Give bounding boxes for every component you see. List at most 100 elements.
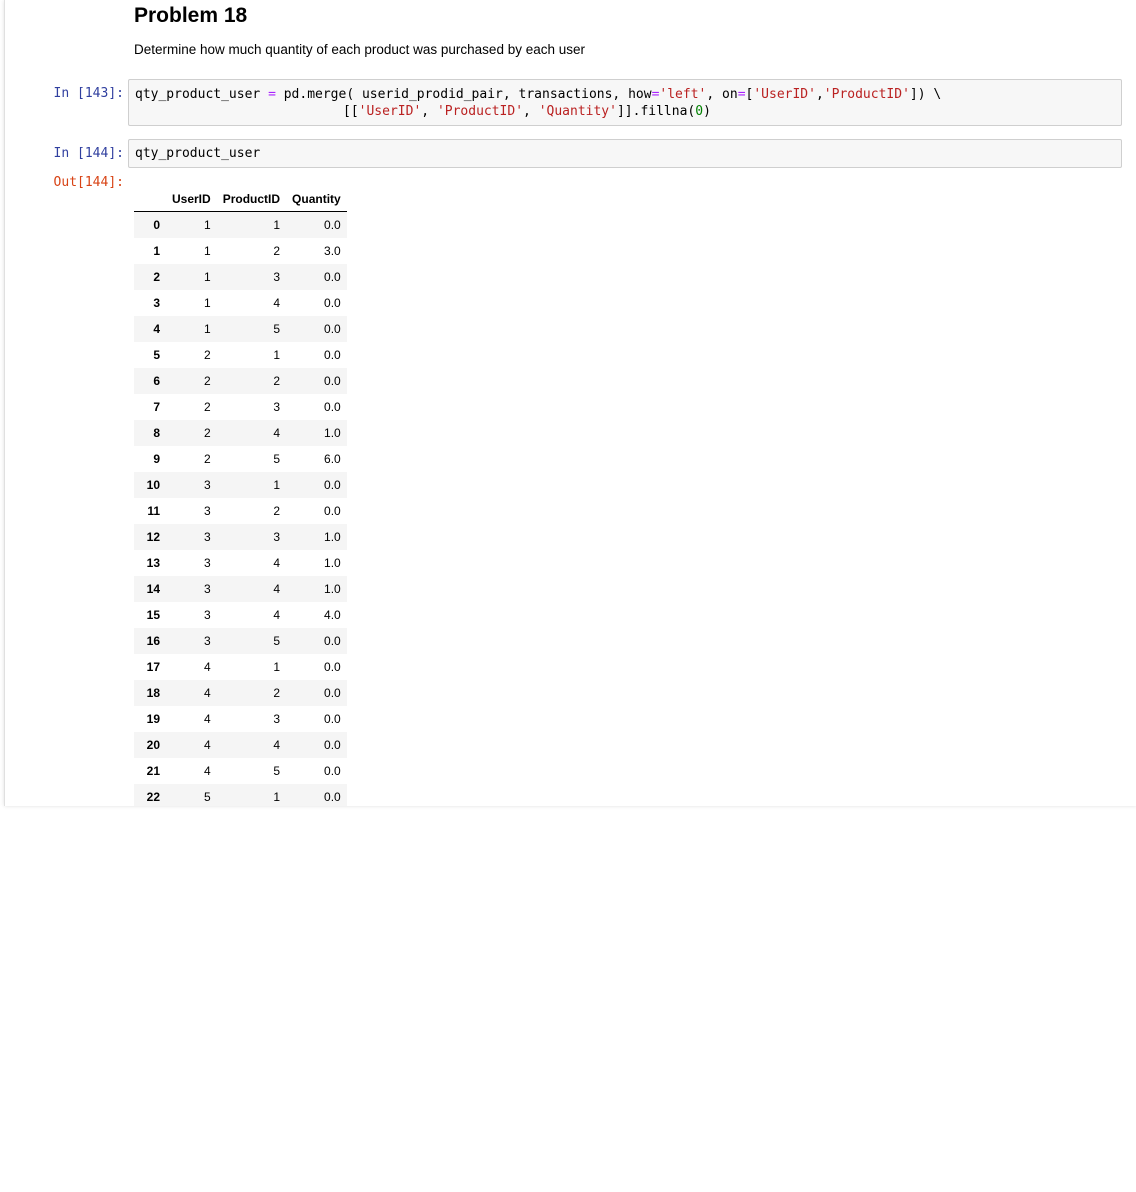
index-header xyxy=(134,186,166,212)
cell-userid: 1 xyxy=(204,218,211,232)
code-token: qty_product_user xyxy=(135,87,269,102)
code-string: 'ProductID' xyxy=(436,104,524,119)
cell-quantity: 4.0 xyxy=(324,608,341,622)
cell-productid: 1 xyxy=(273,660,281,674)
code-string: 'UserID' xyxy=(753,87,816,102)
table-header-row: UserID ProductID Quantity xyxy=(134,186,347,212)
row-index: 7 xyxy=(153,400,160,414)
code-token: ]) \ xyxy=(909,87,942,102)
cell-quantity: 3.0 xyxy=(324,244,341,258)
cell-productid: 5 xyxy=(273,452,281,466)
cell-userid: 3 xyxy=(204,634,211,648)
cell-productid: 5 xyxy=(273,634,281,648)
output-prompt-144: Out[144]: xyxy=(53,175,124,190)
table-row: 3 1 4 0.0 xyxy=(134,290,347,316)
cell-quantity: 0.0 xyxy=(324,218,341,232)
table-row: 15 3 4 4.0 xyxy=(134,602,347,628)
column-header: ProductID xyxy=(216,186,287,212)
code-line-1: qty_product_user = pd.merge( userid_prod… xyxy=(135,86,941,103)
row-index: 1 xyxy=(153,244,160,258)
cell-quantity: 0.0 xyxy=(324,270,341,284)
row-index: 0 xyxy=(153,218,160,232)
cell-quantity: 0.0 xyxy=(324,790,341,804)
cell-userid: 3 xyxy=(204,556,211,570)
cell-productid: 2 xyxy=(273,504,281,518)
cell-quantity: 0.0 xyxy=(324,348,341,362)
cell-quantity: 0.0 xyxy=(324,400,341,414)
table-row: 6 2 2 0.0 xyxy=(134,368,347,394)
column-header: Quantity xyxy=(286,186,347,212)
table-row: 18 4 2 0.0 xyxy=(134,680,347,706)
column-header: UserID xyxy=(166,186,217,212)
cell-productid: 1 xyxy=(273,348,281,362)
cell-quantity: 0.0 xyxy=(324,322,341,336)
table-row: 10 3 1 0.0 xyxy=(134,472,347,498)
cell-quantity: 1.0 xyxy=(324,530,341,544)
cell-productid: 2 xyxy=(273,374,281,388)
cell-quantity: 1.0 xyxy=(324,426,341,440)
input-prompt-143: In [143]: xyxy=(53,86,124,101)
cell-userid: 3 xyxy=(204,608,211,622)
cell-productid: 1 xyxy=(273,218,281,232)
problem-description: Determine how much quantity of each prod… xyxy=(134,42,585,57)
cell-quantity: 0.0 xyxy=(324,478,341,492)
cell-userid: 3 xyxy=(204,582,211,596)
cell-productid: 1 xyxy=(273,478,281,492)
cell-userid: 5 xyxy=(204,790,211,804)
cell-quantity: 0.0 xyxy=(324,504,341,518)
cell-userid: 4 xyxy=(204,712,211,726)
cell-userid: 3 xyxy=(204,478,211,492)
table-row: 22 5 1 0.0 xyxy=(134,784,347,806)
cell-quantity: 0.0 xyxy=(324,660,341,674)
cell-quantity: 0.0 xyxy=(324,374,341,388)
code-token: , xyxy=(523,104,539,119)
problem-heading: Problem 18 xyxy=(134,4,248,27)
row-index: 16 xyxy=(146,634,160,648)
cell-productid: 3 xyxy=(273,712,281,726)
cell-userid: 4 xyxy=(204,660,211,674)
cell-productid: 1 xyxy=(273,790,281,804)
cell-quantity: 0.0 xyxy=(324,296,341,310)
cell-userid: 1 xyxy=(204,296,211,310)
row-index: 2 xyxy=(153,270,160,284)
table-row: 1 1 2 3.0 xyxy=(134,238,347,264)
code-token: ) xyxy=(703,104,711,119)
row-index: 19 xyxy=(146,712,160,726)
code-token: ]].fillna( xyxy=(616,104,696,119)
table-row: 21 4 5 0.0 xyxy=(134,758,347,784)
table-row: 0 1 1 0.0 xyxy=(134,211,347,238)
row-index: 5 xyxy=(153,348,160,362)
code-token: , xyxy=(815,87,824,102)
cell-userid: 4 xyxy=(204,764,211,778)
code-line-2: [['UserID', 'ProductID', 'Quantity']].fi… xyxy=(343,103,711,120)
code-input-143[interactable]: qty_product_user = pd.merge( userid_prod… xyxy=(128,79,1122,126)
input-prompt-144: In [144]: xyxy=(53,146,124,161)
code-string: 'left' xyxy=(659,87,707,102)
code-operator: = xyxy=(737,87,746,102)
dataframe-table: UserID ProductID Quantity 0 1 1 0.0 1 1 2 3.0 2 1… xyxy=(134,186,347,806)
table-row: 2 1 3 0.0 xyxy=(134,264,347,290)
row-index: 18 xyxy=(146,686,160,700)
cell-userid: 4 xyxy=(204,738,211,752)
table-row: 20 4 4 0.0 xyxy=(134,732,347,758)
cell-productid: 4 xyxy=(273,296,281,310)
row-index: 20 xyxy=(146,738,160,752)
cell-userid: 2 xyxy=(204,374,211,388)
code-token: pd.merge( userid_prodid_pair, transactio… xyxy=(275,87,652,102)
code-input-144[interactable]: qty_product_user xyxy=(128,139,1122,168)
cell-userid: 2 xyxy=(204,348,211,362)
table-row: 9 2 5 6.0 xyxy=(134,446,347,472)
code-string: 'UserID' xyxy=(358,104,422,119)
cell-productid: 3 xyxy=(273,270,281,284)
cell-userid: 3 xyxy=(204,504,211,518)
table-row: 11 3 2 0.0 xyxy=(134,498,347,524)
row-index: 22 xyxy=(146,790,160,804)
row-index: 4 xyxy=(153,322,160,336)
row-index: 8 xyxy=(153,426,160,440)
table-body: 0 1 1 0.0 1 1 2 3.0 2 1 3 0.0 3 1 4 0.0 4 1 5 0.0 5 2 1 0.0 6 2 2 0… xyxy=(134,211,347,806)
table-row: 14 3 4 1.0 xyxy=(134,576,347,602)
code-token: , xyxy=(421,104,437,119)
table-row: 16 3 5 0.0 xyxy=(134,628,347,654)
cell-quantity: 0.0 xyxy=(324,764,341,778)
code-operator: = xyxy=(268,87,276,102)
